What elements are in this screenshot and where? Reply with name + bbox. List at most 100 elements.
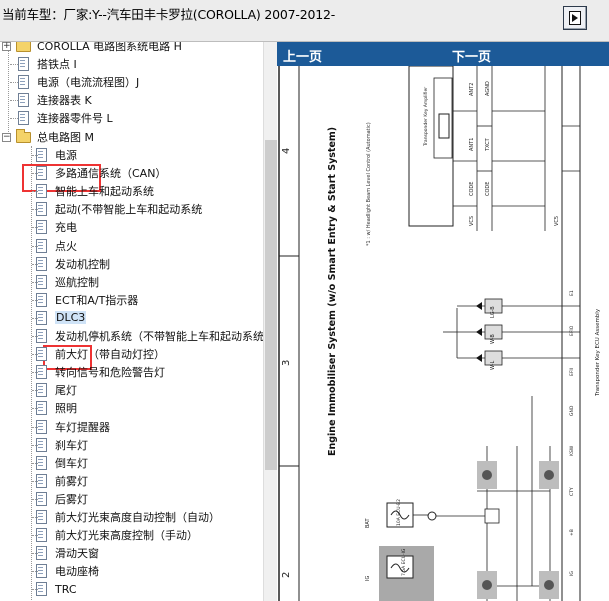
tree-item-label: COROLLA 电路图系统电路 H [37, 42, 182, 53]
tree-child-item[interactable]: DLC3 [36, 309, 87, 327]
folder-open-icon [16, 128, 31, 143]
terminal-label: CODE [469, 182, 475, 196]
connector-label: EFIO [569, 325, 575, 336]
tree-child-label: 前大灯光束高度控制（手动） [55, 529, 198, 543]
window-toggle-button[interactable] [563, 6, 587, 30]
tree-item-connector-part-no[interactable]: 连接器零件号 L [18, 109, 113, 127]
tree-child-label: 电动座椅 [55, 565, 99, 579]
tree-child-item[interactable]: 车灯提醒器 [36, 418, 110, 436]
tree-child-item[interactable]: 电动座椅 [36, 562, 99, 580]
tree-child-item[interactable]: 前雾灯 [36, 472, 88, 490]
tree-child-item[interactable]: 智能上车和起动系统 [36, 182, 154, 200]
vehicle-caption: 当前车型： [2, 7, 64, 22]
connector-label: EFII [569, 368, 575, 376]
tree-item-connector-table[interactable]: 连接器表 K [18, 91, 92, 109]
tree-child-item[interactable]: 倒车灯 [36, 454, 88, 472]
terminal-label: VCS [469, 216, 475, 226]
connector-label: CTY [569, 487, 575, 496]
tree-child-item[interactable]: 点火 [36, 237, 77, 255]
tree-child-label: 起动(不带智能上车和起动系统 [55, 203, 203, 217]
category-tree: + COROLLA 电路图系统电路 H 搭铁点 I 电源（电流流程图）J 连接器… [0, 42, 263, 601]
document-icon [18, 93, 29, 107]
collapse-minus-icon[interactable]: − [2, 132, 11, 142]
tree-child-label: 多路通信系统（CAN） [55, 167, 167, 181]
tree-child-item[interactable]: 多路通信系统（CAN） [36, 164, 166, 182]
tree-item-power-flow[interactable]: 电源（电流流程图）J [18, 73, 139, 91]
tree-child-label: 前大灯（带自动灯控） [55, 348, 165, 362]
ecu-label: Transponder Key ECU Assembly [595, 308, 601, 397]
tree-item-ground-points[interactable]: 搭铁点 I [18, 55, 77, 73]
connector-label: GND [569, 405, 575, 416]
window-toggle-icon [569, 11, 581, 25]
tree-child-item[interactable]: 电源 [36, 146, 77, 164]
tree-child-label: 刹车灯 [55, 438, 88, 452]
tree-child-item[interactable]: 发动机停机系统（不带智能上车和起动系统 [36, 327, 263, 345]
tree-child-item[interactable]: ECT和A/T指示器 [36, 291, 138, 309]
prev-page-link[interactable]: 上一页 [283, 46, 322, 65]
tree-child-label: 充电 [55, 221, 77, 235]
plug-label: W-L [490, 360, 496, 370]
tree-child-item[interactable]: 发动机控制 [36, 255, 110, 273]
tree-child-label: 倒车灯 [55, 456, 88, 470]
tree-child-label: 点火 [55, 239, 77, 253]
tree-item-label: 连接器表 K [37, 94, 92, 107]
tree-child-item[interactable]: 前大灯（带自动灯控） [36, 345, 165, 363]
tree-item-label: 搭铁点 I [37, 58, 77, 71]
next-page-link[interactable]: 下一页 [452, 46, 491, 65]
tree-child-label: 滑动天窗 [55, 547, 99, 561]
tree-child-item[interactable]: 尾灯 [36, 381, 77, 399]
tree-child-item[interactable]: 刹车灯 [36, 436, 88, 454]
page-nav-bar: 上一页 下一页 [277, 42, 609, 66]
tree-child-item[interactable]: 充电 [36, 218, 77, 236]
tree-child-label: 照明 [55, 402, 77, 416]
terminal-label: ANT1 [469, 138, 475, 151]
tree-child-item[interactable]: TRC [36, 580, 77, 598]
tree-child-label: 尾灯 [55, 384, 77, 398]
fuse-label-bat: BAT [365, 518, 371, 528]
terminal-label: AGND [485, 81, 491, 96]
expand-plus-icon[interactable]: + [2, 42, 11, 51]
tree-child-label: 转向信号和危险警告灯 [55, 366, 165, 380]
tree-child-item[interactable]: 巡航控制 [36, 273, 99, 291]
tree-child-item[interactable]: 后雾灯 [36, 490, 88, 508]
header-bar: 当前车型：厂家:Y--汽车田丰卡罗拉(COROLLA) 2007-2012- [0, 0, 609, 42]
tree-group-overall-diagram[interactable]: − 总电路图 M [2, 128, 94, 146]
tree-child-label: 发动机停机系统（不带智能上车和起动系统 [55, 330, 263, 343]
tree-child-label: 发动机控制 [55, 257, 110, 271]
tree-child-item[interactable]: 前大灯光束高度控制（手动） [36, 526, 198, 544]
tree-child-label: 智能上车和起动系统 [55, 185, 154, 199]
tree-child-label: TRC [55, 582, 77, 596]
fuse-desc-ecu-ig: 7.5A ECU-IG [401, 548, 407, 576]
tree-child-item[interactable]: 起动(不带智能上车和起动系统 [36, 200, 202, 218]
tree-child-item[interactable]: 前大灯光束高度自动控制（自动） [36, 508, 220, 526]
coil-label: Transponder Key Amplifier [423, 87, 429, 147]
page-number-2: 2 [281, 572, 292, 578]
plug-label: LG-B [490, 306, 496, 318]
document-icon [18, 75, 29, 89]
tree-child-item[interactable]: 滑动天窗 [36, 544, 99, 562]
tree-child-label: 电源 [55, 149, 77, 162]
tree-scrollbar[interactable] [263, 42, 277, 601]
page-number-3: 3 [281, 360, 292, 366]
diagram-title: Engine Immobiliser System (w/o Smart Ent… [327, 127, 338, 456]
tree-child-item[interactable]: 照明 [36, 399, 77, 417]
terminal-label: CODE [485, 182, 491, 196]
tree-child-item[interactable]: 转向信号和危险警告灯 [36, 363, 165, 381]
scrollbar-thumb[interactable] [265, 140, 277, 470]
page-number-4: 4 [281, 148, 292, 154]
app-window: 当前车型：厂家:Y--汽车田丰卡罗拉(COROLLA) 2007-2012- +… [0, 0, 609, 601]
terminal-label: VC5 [554, 216, 560, 226]
fuse-desc-ecu-b2: 10A ECU-B2 [396, 499, 402, 526]
tree-group-label: 总电路图 M [37, 131, 94, 144]
terminal-label: TXCT [485, 137, 491, 152]
connector-label: KSW [569, 445, 575, 456]
connector-label: IG [569, 571, 575, 576]
tree-child-label: 前大灯光束高度自动控制（自动） [55, 511, 220, 524]
vehicle-model: 厂家:Y--汽车田丰卡罗拉(COROLLA) 2007-2012- [63, 7, 336, 22]
tree-item-system-circuit[interactable]: + COROLLA 电路图系统电路 H [2, 42, 182, 55]
diagram-panel: 上一页 下一页 4 3 2 Engine Immobiliser System … [277, 42, 609, 601]
tree-child-label: 前雾灯 [55, 474, 88, 488]
tree-item-label: 电源（电流流程图）J [37, 76, 140, 89]
tree-child-label: 车灯提醒器 [55, 420, 110, 434]
connector-label: +B [569, 529, 575, 536]
